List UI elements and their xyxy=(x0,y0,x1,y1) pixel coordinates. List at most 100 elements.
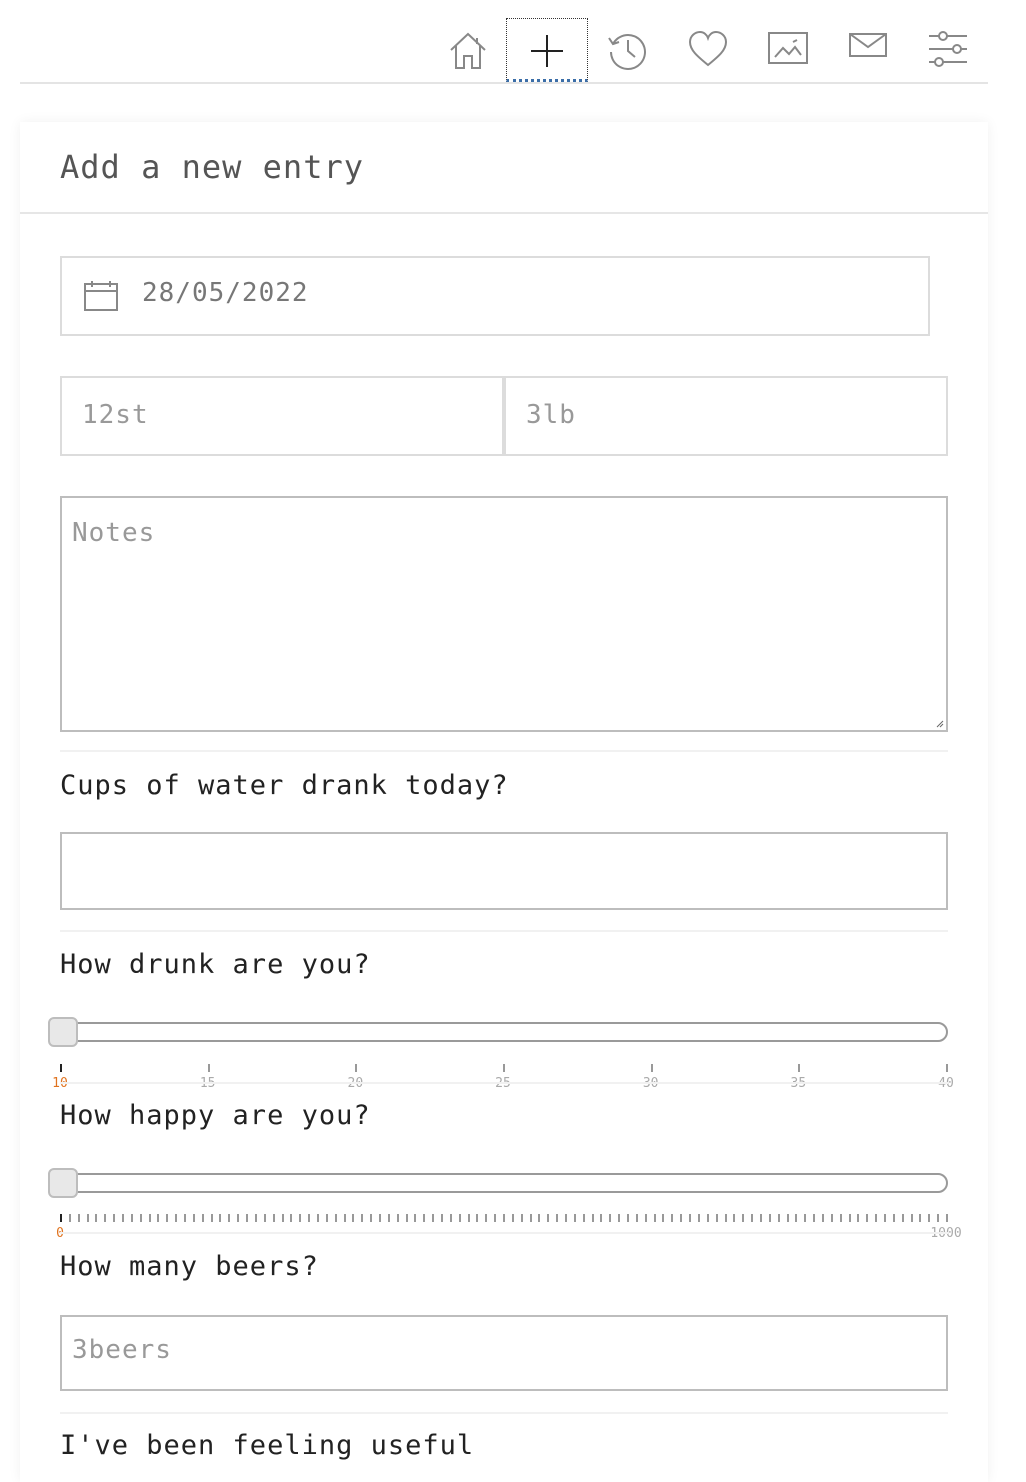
slider-tick xyxy=(210,1214,213,1222)
resize-handle-icon[interactable] xyxy=(936,720,944,728)
useful-question-label: I've been feeling useful xyxy=(60,1430,475,1461)
slider-tick xyxy=(355,1064,358,1072)
home-icon xyxy=(450,32,486,69)
water-cups-input[interactable] xyxy=(60,832,948,910)
slider-tick xyxy=(207,1064,210,1072)
slider-tick xyxy=(77,1214,80,1222)
divider xyxy=(60,930,948,932)
slider-tick xyxy=(494,1214,497,1222)
slider-tick xyxy=(440,1214,443,1222)
divider xyxy=(60,1082,948,1084)
stones-placeholder: 12st xyxy=(82,400,149,430)
slider-tick xyxy=(582,1214,585,1222)
beers-input[interactable]: 3beers xyxy=(60,1315,948,1391)
slider-tick xyxy=(139,1214,142,1222)
slider-tick xyxy=(370,1214,373,1222)
slider-tick xyxy=(263,1214,266,1222)
slider-tick xyxy=(361,1214,364,1222)
notes-placeholder: Notes xyxy=(72,518,156,548)
slider-tick xyxy=(937,1214,940,1222)
slider-tick xyxy=(556,1214,559,1222)
beers-question-label: How many beers? xyxy=(60,1251,319,1282)
nav-messages-button[interactable] xyxy=(836,18,900,82)
stones-input[interactable]: 12st xyxy=(60,376,504,456)
slider-tick xyxy=(715,1214,718,1222)
slider-tick xyxy=(697,1214,700,1222)
slider-tick xyxy=(396,1214,399,1222)
image-icon xyxy=(768,32,808,64)
slider-tick xyxy=(866,1214,869,1222)
drunk-question-label: How drunk are you? xyxy=(60,949,371,980)
card-title: Add a new entry xyxy=(60,148,364,186)
calendar-icon xyxy=(84,281,118,311)
slider-tick xyxy=(768,1214,771,1222)
nav-favourites-button[interactable] xyxy=(676,18,740,82)
slider-tick xyxy=(157,1214,160,1222)
slider-tick xyxy=(706,1214,709,1222)
notes-textarea[interactable]: Notes xyxy=(60,496,948,732)
slider-tick xyxy=(405,1214,408,1222)
drunk-slider-thumb[interactable] xyxy=(48,1017,78,1047)
card-header: Add a new entry xyxy=(20,122,988,214)
slider-tick xyxy=(618,1214,621,1222)
top-navigation xyxy=(20,0,988,84)
slider-tick xyxy=(591,1214,594,1222)
nav-home-button[interactable] xyxy=(436,18,500,82)
slider-tick xyxy=(520,1214,523,1222)
slider-tick xyxy=(485,1214,488,1222)
divider xyxy=(60,750,948,752)
slider-tick xyxy=(423,1214,426,1222)
slider-tick xyxy=(830,1214,833,1222)
slider-tick xyxy=(573,1214,576,1222)
slider-tick xyxy=(343,1214,346,1222)
slider-tick xyxy=(821,1214,824,1222)
slider-tick xyxy=(192,1214,195,1222)
slider-tick xyxy=(857,1214,860,1222)
pounds-input[interactable]: 3lb xyxy=(504,376,948,456)
slider-tick xyxy=(237,1214,240,1222)
slider-tick xyxy=(777,1214,780,1222)
slider-tick xyxy=(254,1214,257,1222)
happy-slider-ticks: 01000 xyxy=(56,1214,962,1244)
nav-settings-button[interactable] xyxy=(916,18,980,82)
plus-icon xyxy=(531,35,563,67)
slider-tick xyxy=(627,1214,630,1222)
slider-tick xyxy=(290,1214,293,1222)
slider-tick xyxy=(635,1214,638,1222)
slider-tick xyxy=(946,1064,948,1072)
slider-tick xyxy=(476,1214,479,1222)
slider-tick xyxy=(892,1214,895,1222)
drunk-slider-ticks: 10152025303540 xyxy=(52,1064,954,1094)
slider-tick xyxy=(946,1214,948,1222)
slider-tick xyxy=(759,1214,762,1222)
slider-tick xyxy=(511,1214,514,1222)
drunk-slider-track[interactable] xyxy=(62,1022,948,1042)
slider-tick xyxy=(751,1214,754,1222)
nav-history-button[interactable] xyxy=(596,18,660,82)
nav-gallery-button[interactable] xyxy=(756,18,820,82)
slider-tick xyxy=(839,1214,842,1222)
slider-tick xyxy=(928,1214,931,1222)
slider-tick xyxy=(901,1214,904,1222)
slider-tick xyxy=(387,1214,390,1222)
slider-tick xyxy=(378,1214,381,1222)
slider-tick xyxy=(414,1214,417,1222)
slider-tick xyxy=(166,1214,169,1222)
slider-tick xyxy=(804,1214,807,1222)
nav-add-entry-button[interactable] xyxy=(506,18,588,82)
divider xyxy=(60,1232,948,1234)
slider-tick xyxy=(813,1214,816,1222)
date-field[interactable]: 28/05/2022 xyxy=(60,256,930,336)
happy-slider-track[interactable] xyxy=(62,1173,948,1193)
happy-slider-thumb[interactable] xyxy=(48,1168,78,1198)
slider-tick xyxy=(662,1214,665,1222)
slider-tick xyxy=(883,1214,886,1222)
slider-tick xyxy=(795,1214,798,1222)
drunk-slider[interactable] xyxy=(48,1017,948,1047)
pounds-placeholder: 3lb xyxy=(526,400,576,430)
history-icon xyxy=(608,34,646,70)
slider-tick xyxy=(600,1214,603,1222)
slider-tick xyxy=(68,1214,71,1222)
happy-slider[interactable] xyxy=(48,1168,948,1198)
slider-tick xyxy=(104,1214,107,1222)
